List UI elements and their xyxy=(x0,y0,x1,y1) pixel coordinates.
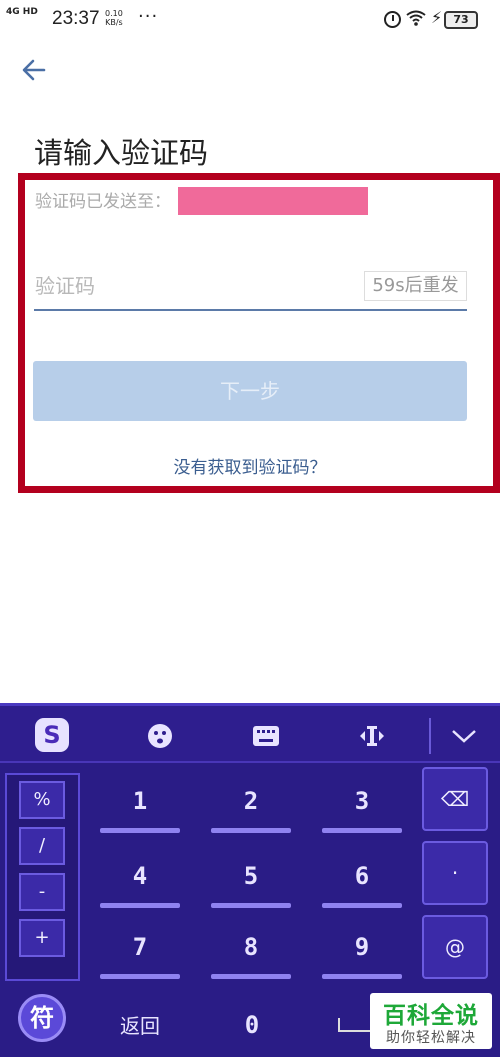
key-6[interactable]: 6 xyxy=(322,848,402,908)
network-speed: 0.10 KB/s xyxy=(105,9,123,27)
alarm-icon xyxy=(384,11,401,28)
wifi-icon xyxy=(406,10,426,30)
return-key[interactable]: 返回 xyxy=(100,1006,180,1046)
watermark-title: 百科全说 xyxy=(383,1003,479,1029)
page-title: 请输入验证码 xyxy=(34,138,209,170)
input-underline xyxy=(34,309,467,311)
percent-key[interactable]: % xyxy=(19,781,65,819)
minus-key[interactable]: - xyxy=(19,873,65,911)
plus-key[interactable]: + xyxy=(19,919,65,957)
collapse-icon[interactable] xyxy=(444,716,484,756)
backspace-key[interactable]: ⌫ xyxy=(422,767,488,831)
charging-icon: ⚡ xyxy=(431,8,443,27)
emoji-icon[interactable] xyxy=(140,716,180,756)
key-1[interactable]: 1 xyxy=(100,773,180,833)
network-indicator: 4G HD xyxy=(6,7,38,17)
key-3[interactable]: 3 xyxy=(322,773,402,833)
keyboard-icon[interactable] xyxy=(246,716,286,756)
status-bar: 4G HD 23:37 0.10 KB/s ··· ⚡ 73 xyxy=(0,0,500,40)
speed-unit: KB/s xyxy=(105,18,123,27)
key-7[interactable]: 7 xyxy=(100,919,180,979)
dot-key[interactable]: · xyxy=(422,841,488,905)
battery-level: 73 xyxy=(444,11,478,29)
cursor-icon[interactable] xyxy=(352,716,392,756)
sent-to-label: 验证码已发送至： xyxy=(35,192,171,212)
back-button[interactable] xyxy=(20,56,54,90)
symbol-side-panel: % / - + xyxy=(5,773,80,981)
key-2[interactable]: 2 xyxy=(211,773,291,833)
sogou-logo-icon[interactable]: S xyxy=(35,718,69,752)
key-4[interactable]: 4 xyxy=(100,848,180,908)
arrow-left-icon xyxy=(22,59,46,81)
keyboard-toolbar: S xyxy=(0,703,500,763)
masked-phone-number xyxy=(178,187,368,215)
clock: 23:37 xyxy=(52,8,100,29)
more-notifications-icon: ··· xyxy=(138,6,159,27)
at-key[interactable]: @ xyxy=(422,915,488,979)
toolbar-divider xyxy=(429,718,431,754)
slash-key[interactable]: / xyxy=(19,827,65,865)
highlight-box xyxy=(18,173,500,493)
key-8[interactable]: 8 xyxy=(211,919,291,979)
next-step-button[interactable]: 下一步 xyxy=(33,361,467,421)
speed-value: 0.10 xyxy=(105,9,123,18)
watermark-subtitle: 助你轻松解决 xyxy=(386,1030,476,1046)
symbol-key[interactable]: 符 xyxy=(18,994,66,1042)
key-5[interactable]: 5 xyxy=(211,848,291,908)
resend-button[interactable]: 59s后重发 xyxy=(364,271,467,301)
no-code-link[interactable]: 没有获取到验证码？ xyxy=(0,453,500,478)
key-9[interactable]: 9 xyxy=(322,919,402,979)
key-0[interactable]: 0 xyxy=(212,1001,292,1051)
watermark: 百科全说 助你轻松解决 xyxy=(370,993,492,1049)
verification-code-input[interactable] xyxy=(35,270,335,302)
